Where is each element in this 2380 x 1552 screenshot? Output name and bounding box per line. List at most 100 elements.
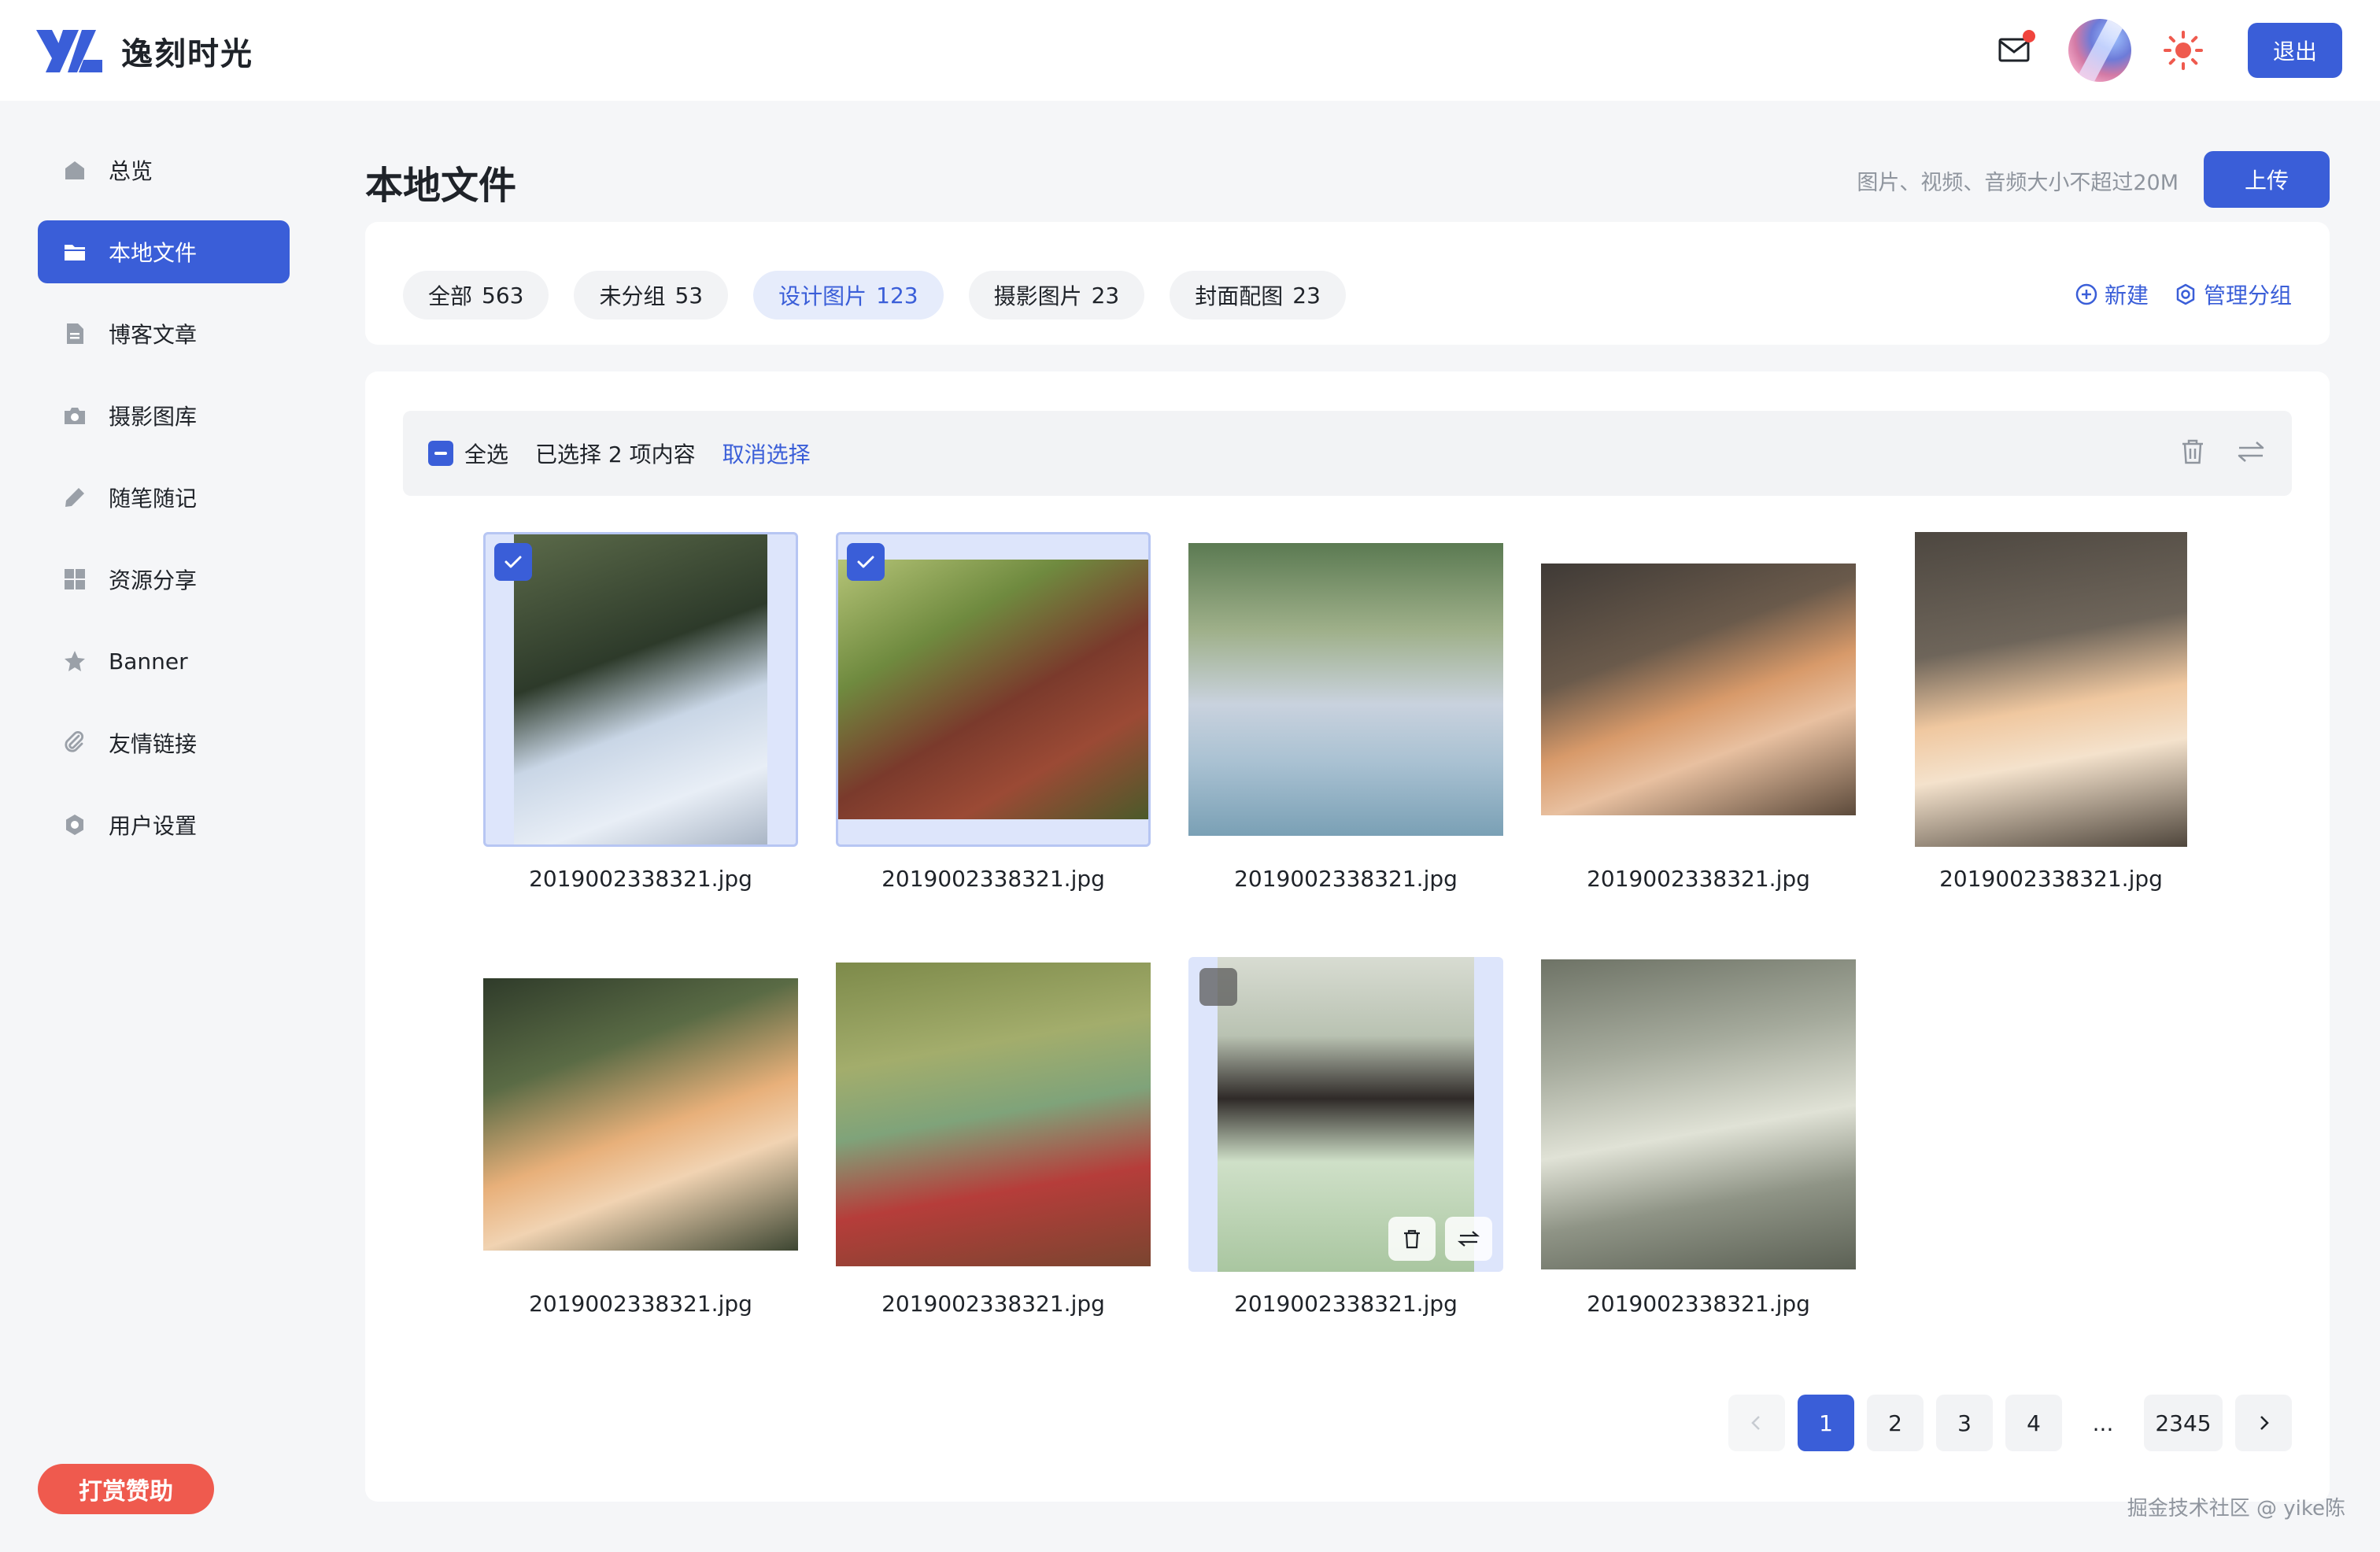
file-tile[interactable] [836, 957, 1151, 1272]
group-tab-name: 全部 [428, 283, 473, 309]
folder-icon [63, 240, 87, 264]
group-tab-count: 53 [674, 282, 704, 309]
top-header: 逸刻时光 退出 [0, 0, 2380, 101]
prev-page-button[interactable] [1728, 1395, 1785, 1451]
new-group-button[interactable]: 新建 [2075, 279, 2149, 310]
file-tile[interactable] [1188, 957, 1503, 1272]
group-tab-name: 封面配图 [1195, 283, 1284, 309]
group-tab-4[interactable]: 摄影图片 23 [968, 271, 1145, 320]
sidebar-item-1[interactable]: 总览 [38, 139, 290, 201]
sidebar-item-label: 本地文件 [109, 240, 198, 266]
sidebar-item-label: 用户设置 [109, 813, 198, 839]
file-checkbox[interactable] [1199, 968, 1237, 1006]
sidebar-item-9[interactable]: 用户设置 [38, 793, 290, 856]
select-all-label[interactable]: 全选 [464, 438, 508, 469]
file-name: 2019002338321.jpg [1587, 866, 1810, 892]
next-page-button[interactable] [2235, 1395, 2292, 1451]
sidebar-item-label: 摄影图库 [109, 404, 198, 430]
file-tile[interactable] [1894, 532, 2208, 847]
group-tab-name: 未分组 [599, 283, 666, 309]
file-thumbnail-frame [1894, 532, 2208, 847]
last-page-button[interactable]: 2345 [2144, 1395, 2223, 1451]
page-title: 本地文件 [365, 164, 517, 208]
group-tab-name: 摄影图片 [993, 283, 1082, 309]
chevron-left-icon [1751, 1416, 1760, 1430]
sidebar-item-label: 博客文章 [109, 322, 198, 348]
cancel-selection-link[interactable]: 取消选择 [722, 438, 811, 469]
gear-icon [2176, 283, 2195, 305]
page-button-1[interactable]: 1 [1798, 1395, 1854, 1451]
chevron-right-icon [2260, 1416, 2269, 1430]
sidebar-item-label: 友情链接 [109, 731, 198, 757]
page-button-4[interactable]: 4 [2005, 1395, 2062, 1451]
sidebar-item-6[interactable]: 资源分享 [38, 548, 290, 611]
pagination-ellipsis: ... [2092, 1410, 2114, 1436]
pencil-icon [63, 486, 87, 509]
file-checkbox-checked[interactable] [494, 543, 532, 581]
file-thumbnail [1915, 532, 2187, 847]
page-button-2[interactable]: 2 [1867, 1395, 1924, 1451]
page-button-3[interactable]: 3 [1936, 1395, 1993, 1451]
theme-toggle-button[interactable] [2163, 30, 2204, 71]
swap-icon [2238, 442, 2264, 462]
file-thumbnail-frame [836, 957, 1151, 1272]
group-tab-count: 23 [1091, 282, 1120, 309]
file-move-button[interactable] [1445, 1217, 1492, 1261]
sidebar-item-7[interactable]: Banner [38, 630, 290, 693]
file-tile[interactable] [1541, 532, 1856, 847]
file-thumbnail [483, 978, 798, 1251]
check-icon [504, 556, 522, 568]
upload-button[interactable]: 上传 [2204, 151, 2330, 208]
sponsor-button[interactable]: 打赏赞助 [38, 1464, 214, 1514]
sidebar-item-4[interactable]: 摄影图库 [38, 384, 290, 447]
file-name: 2019002338321.jpg [1234, 866, 1458, 892]
settings-icon [63, 813, 87, 837]
group-filter-card: 全部 563 未分组 53 设计图片 123 摄影图片 23 封面配图 23 新建 管理分组 [365, 222, 2330, 345]
file-delete-button[interactable] [1388, 1217, 1436, 1261]
star-icon [63, 649, 87, 673]
group-tab-2[interactable]: 未分组 53 [574, 271, 729, 320]
file-tile[interactable] [483, 532, 798, 847]
file-name: 2019002338321.jpg [881, 1291, 1105, 1317]
file-tile[interactable] [1188, 532, 1503, 847]
sidebar-item-5[interactable]: 随笔随记 [38, 466, 290, 529]
file-tile[interactable] [483, 957, 798, 1272]
manage-groups-label: 管理分组 [2203, 283, 2292, 309]
sidebar: 总览本地文件博客文章摄影图库随笔随记资源分享 Banner 友情链接用户设置 [38, 139, 290, 875]
file-tile[interactable] [1541, 957, 1856, 1272]
selection-bar: 全选 已选择 2 项内容 取消选择 [403, 411, 2292, 496]
file-name: 2019002338321.jpg [1939, 866, 2163, 892]
manage-groups-button[interactable]: 管理分组 [2174, 279, 2292, 310]
grid-icon [63, 567, 87, 591]
logout-button[interactable]: 退出 [2248, 23, 2342, 78]
file-name: 2019002338321.jpg [881, 866, 1105, 892]
group-tab-count: 563 [482, 282, 524, 309]
file-thumbnail [836, 963, 1151, 1266]
group-tabs: 全部 563 未分组 53 设计图片 123 摄影图片 23 封面配图 23 [403, 271, 1371, 320]
file-tile[interactable] [836, 532, 1151, 847]
sidebar-item-8[interactable]: 友情链接 [38, 711, 290, 774]
file-name: 2019002338321.jpg [1234, 1291, 1458, 1317]
file-thumbnail-frame [483, 957, 798, 1272]
user-avatar[interactable] [2068, 19, 2131, 82]
select-all-checkbox[interactable] [428, 441, 453, 466]
group-tab-3[interactable]: 设计图片 123 [753, 271, 944, 320]
sidebar-item-label: 随笔随记 [109, 486, 198, 512]
sun-icon [2164, 31, 2203, 70]
home-icon [63, 158, 87, 182]
sidebar-item-3[interactable]: 博客文章 [38, 302, 290, 365]
bulk-move-button[interactable] [2235, 436, 2267, 467]
group-tab-1[interactable]: 全部 563 [403, 271, 549, 320]
group-tab-name: 设计图片 [778, 283, 867, 309]
brand-logo-icon [36, 30, 102, 72]
bulk-delete-button[interactable] [2177, 436, 2208, 467]
group-tab-5[interactable]: 封面配图 23 [1170, 271, 1346, 320]
file-checkbox-checked[interactable] [847, 543, 885, 581]
brand[interactable]: 逸刻时光 [36, 28, 253, 74]
notifications-button[interactable] [1996, 30, 2035, 69]
file-thumbnail-frame [1541, 532, 1856, 847]
sidebar-item-2[interactable]: 本地文件 [38, 220, 290, 283]
sidebar-item-label: Banner [109, 648, 188, 674]
selected-count: 已选择 2 项内容 [535, 442, 696, 467]
trash-icon [2182, 439, 2203, 464]
